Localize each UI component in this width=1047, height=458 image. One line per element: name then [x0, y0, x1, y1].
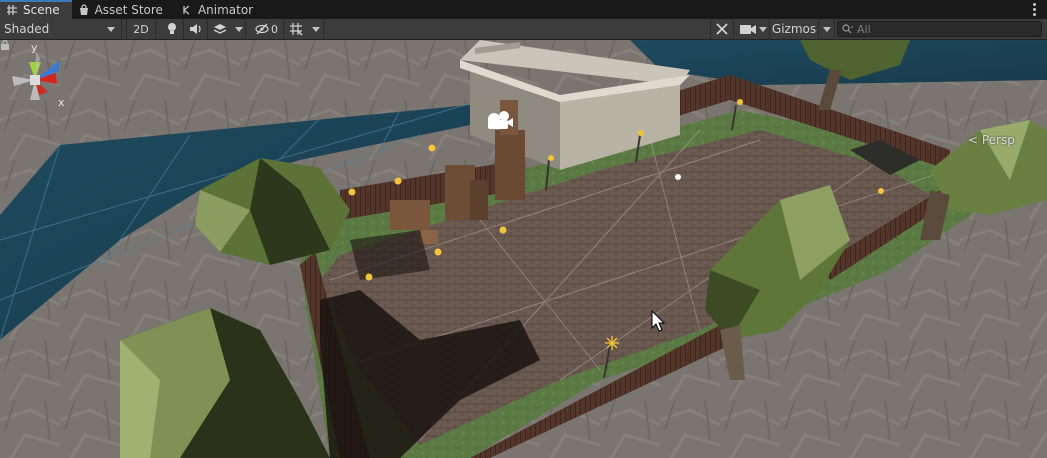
- camera-icon: [739, 24, 756, 34]
- shading-mode-dropdown[interactable]: Shaded: [0, 18, 122, 40]
- 2d-mode-label: 2D: [133, 22, 149, 36]
- camera-settings-button[interactable]: [737, 19, 769, 40]
- projection-toggle[interactable]: < Persp: [968, 133, 1015, 147]
- chevron-down-icon: [107, 26, 115, 32]
- tab-asset-store[interactable]: Asset Store: [72, 0, 175, 19]
- gizmos-button[interactable]: Gizmos: [769, 18, 819, 40]
- chevron-down-icon: [822, 26, 831, 32]
- tab-animator-label: Animator: [197, 2, 254, 17]
- scene-visibility-toggle[interactable]: 0: [250, 18, 284, 40]
- lighting-toggle-button[interactable]: [160, 18, 184, 40]
- wrench-cross-icon: [716, 23, 728, 35]
- search-icon: [842, 24, 853, 34]
- window-tab-bar: Scene Asset Store Animator: [0, 0, 1047, 19]
- point-light-icon: [675, 174, 681, 180]
- chevron-down-icon: [234, 26, 243, 32]
- shopping-bag-icon: [79, 3, 88, 15]
- chevron-down-icon: [311, 26, 320, 32]
- audio-toggle-button[interactable]: [184, 18, 208, 40]
- grid-dropdown[interactable]: [308, 18, 324, 40]
- lock-icon[interactable]: [0, 40, 10, 50]
- grid-hash-icon: [7, 4, 17, 15]
- effects-dropdown[interactable]: [232, 18, 246, 40]
- orientation-gizmo[interactable]: y x: [0, 40, 70, 120]
- layers-effects-icon: [213, 24, 227, 34]
- speaker-icon: [189, 24, 201, 34]
- 2d-mode-button[interactable]: 2D: [126, 18, 156, 40]
- x-axis-label: x: [58, 96, 65, 109]
- grid-toggle-button[interactable]: [284, 19, 308, 40]
- eye-slash-icon: [255, 23, 269, 35]
- shading-mode-value: Shaded: [4, 22, 50, 36]
- more-options-icon[interactable]: [1029, 1, 1039, 17]
- scene-search-field[interactable]: [837, 21, 1042, 37]
- effects-toggle-button[interactable]: [208, 19, 232, 40]
- gizmos-dropdown[interactable]: [819, 18, 835, 40]
- grid-snap-icon: [290, 23, 303, 36]
- tab-scene-label: Scene: [23, 2, 60, 17]
- light-bulb-icon: [167, 23, 176, 34]
- tab-asset-store-label: Asset Store: [94, 2, 163, 17]
- search-input[interactable]: [857, 22, 1037, 36]
- tab-scene[interactable]: Scene: [0, 0, 72, 19]
- tab-animator[interactable]: Animator: [175, 0, 265, 19]
- scene-viewport[interactable]: y x < Persp: [0, 40, 1047, 458]
- chevron-down-icon: [758, 26, 767, 32]
- hidden-objects-count: 0: [271, 22, 278, 36]
- y-axis-label: y: [31, 41, 38, 54]
- light-gizmo-spark: [605, 336, 619, 350]
- gizmos-label: Gizmos: [771, 22, 817, 36]
- animator-branch-icon: [183, 5, 190, 14]
- scene-toolbar: Shaded 2D 0 Gizmos All: [0, 18, 1047, 40]
- tools-toggle-button[interactable]: [710, 18, 734, 40]
- scene-render: [0, 40, 1047, 458]
